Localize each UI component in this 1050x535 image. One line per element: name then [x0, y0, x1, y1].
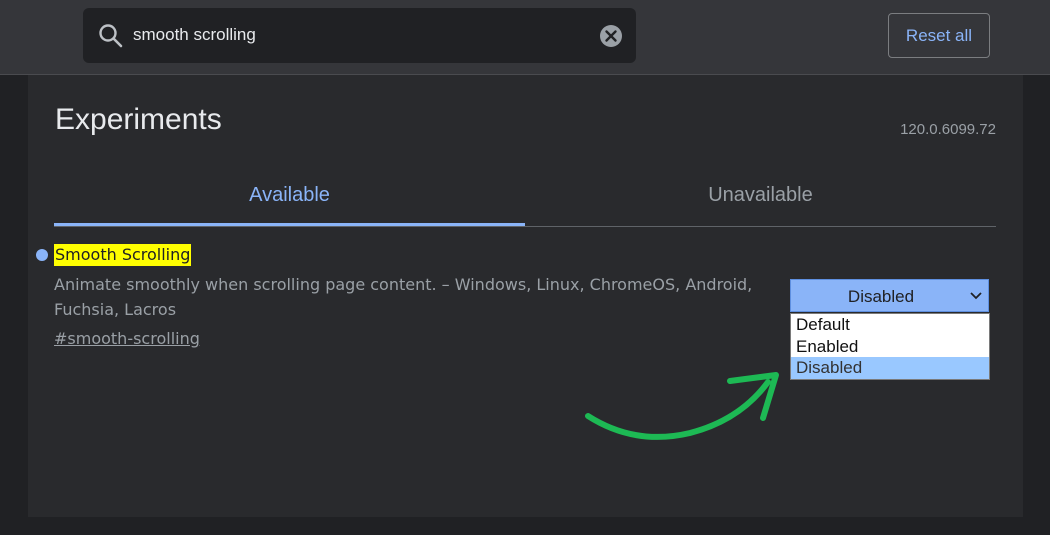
- tab-available[interactable]: Available: [54, 172, 525, 226]
- chevron-down-icon: [970, 292, 982, 300]
- page-title: Experiments: [55, 103, 222, 136]
- search-box[interactable]: [83, 8, 636, 63]
- search-icon: [99, 24, 123, 48]
- header: Reset all: [0, 0, 1050, 75]
- option-enabled[interactable]: Enabled: [791, 336, 989, 358]
- search-input[interactable]: [133, 18, 593, 52]
- experiment-permalink[interactable]: #smooth-scrolling: [54, 329, 200, 348]
- experiment-select[interactable]: Disabled: [790, 279, 989, 312]
- tab-unavailable[interactable]: Unavailable: [525, 172, 996, 224]
- tab-bar: Available Unavailable: [54, 172, 996, 227]
- flags-page: Reset all Experiments 120.0.6099.72 Avai…: [0, 0, 1050, 535]
- clear-icon[interactable]: [599, 24, 623, 48]
- select-value: Disabled: [847, 287, 915, 306]
- reset-all-button[interactable]: Reset all: [888, 13, 990, 58]
- experiment-title: Smooth Scrolling: [54, 244, 192, 266]
- experiments-panel: Experiments 120.0.6099.72 Available Unav…: [28, 75, 1023, 517]
- option-disabled[interactable]: Disabled: [791, 357, 989, 379]
- select-options-list: Default Enabled Disabled: [790, 313, 990, 380]
- experiment-description: Animate smoothly when scrolling page con…: [54, 275, 753, 319]
- version-label: 120.0.6099.72: [900, 121, 996, 138]
- option-default[interactable]: Default: [791, 314, 989, 336]
- curved-arrow-icon: [585, 372, 779, 440]
- experiment-modified-dot: [36, 249, 48, 261]
